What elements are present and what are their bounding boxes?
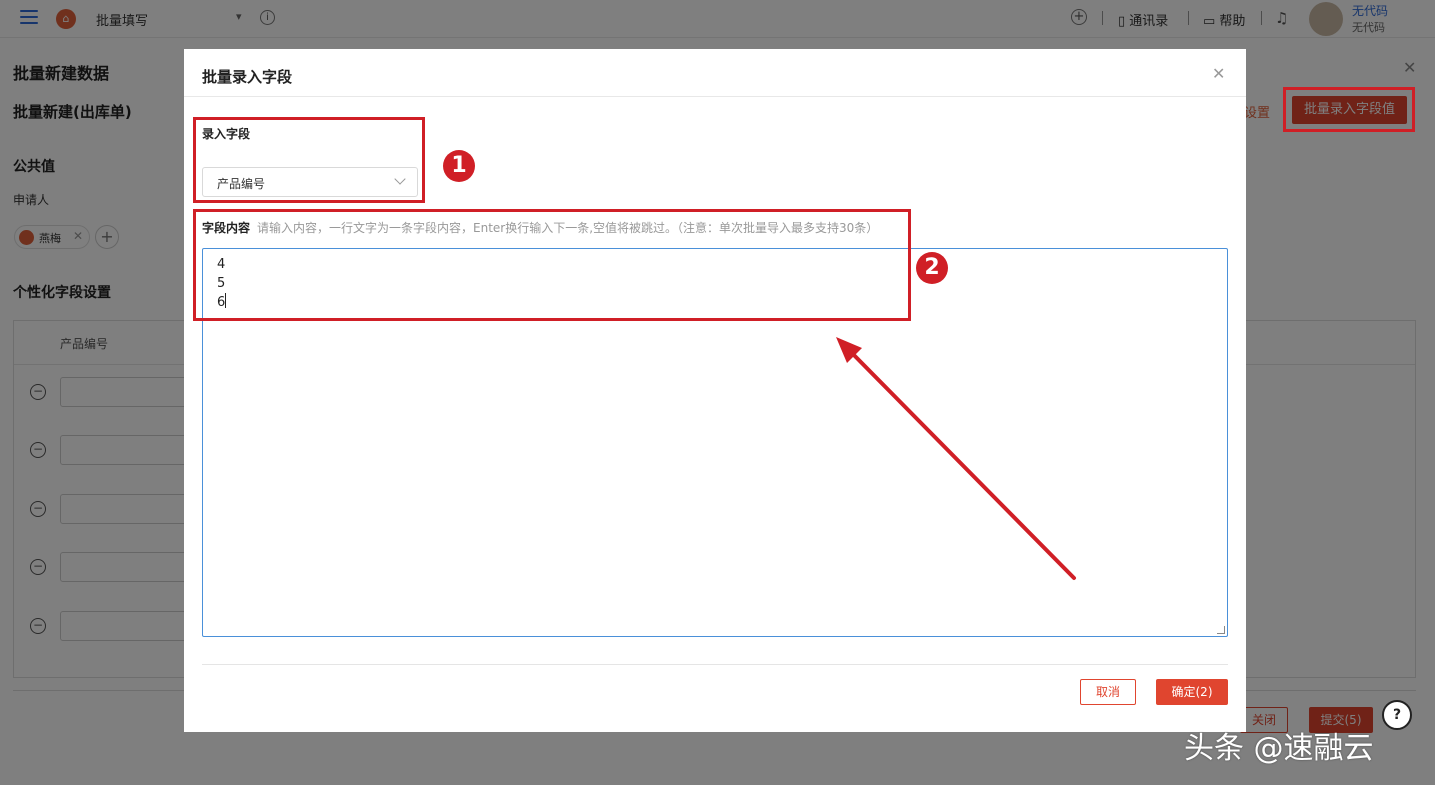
watermark: 头条 @速融云 (1184, 731, 1374, 766)
annotation-arrow (836, 337, 1076, 580)
help-icon[interactable]: ? (1382, 700, 1412, 730)
